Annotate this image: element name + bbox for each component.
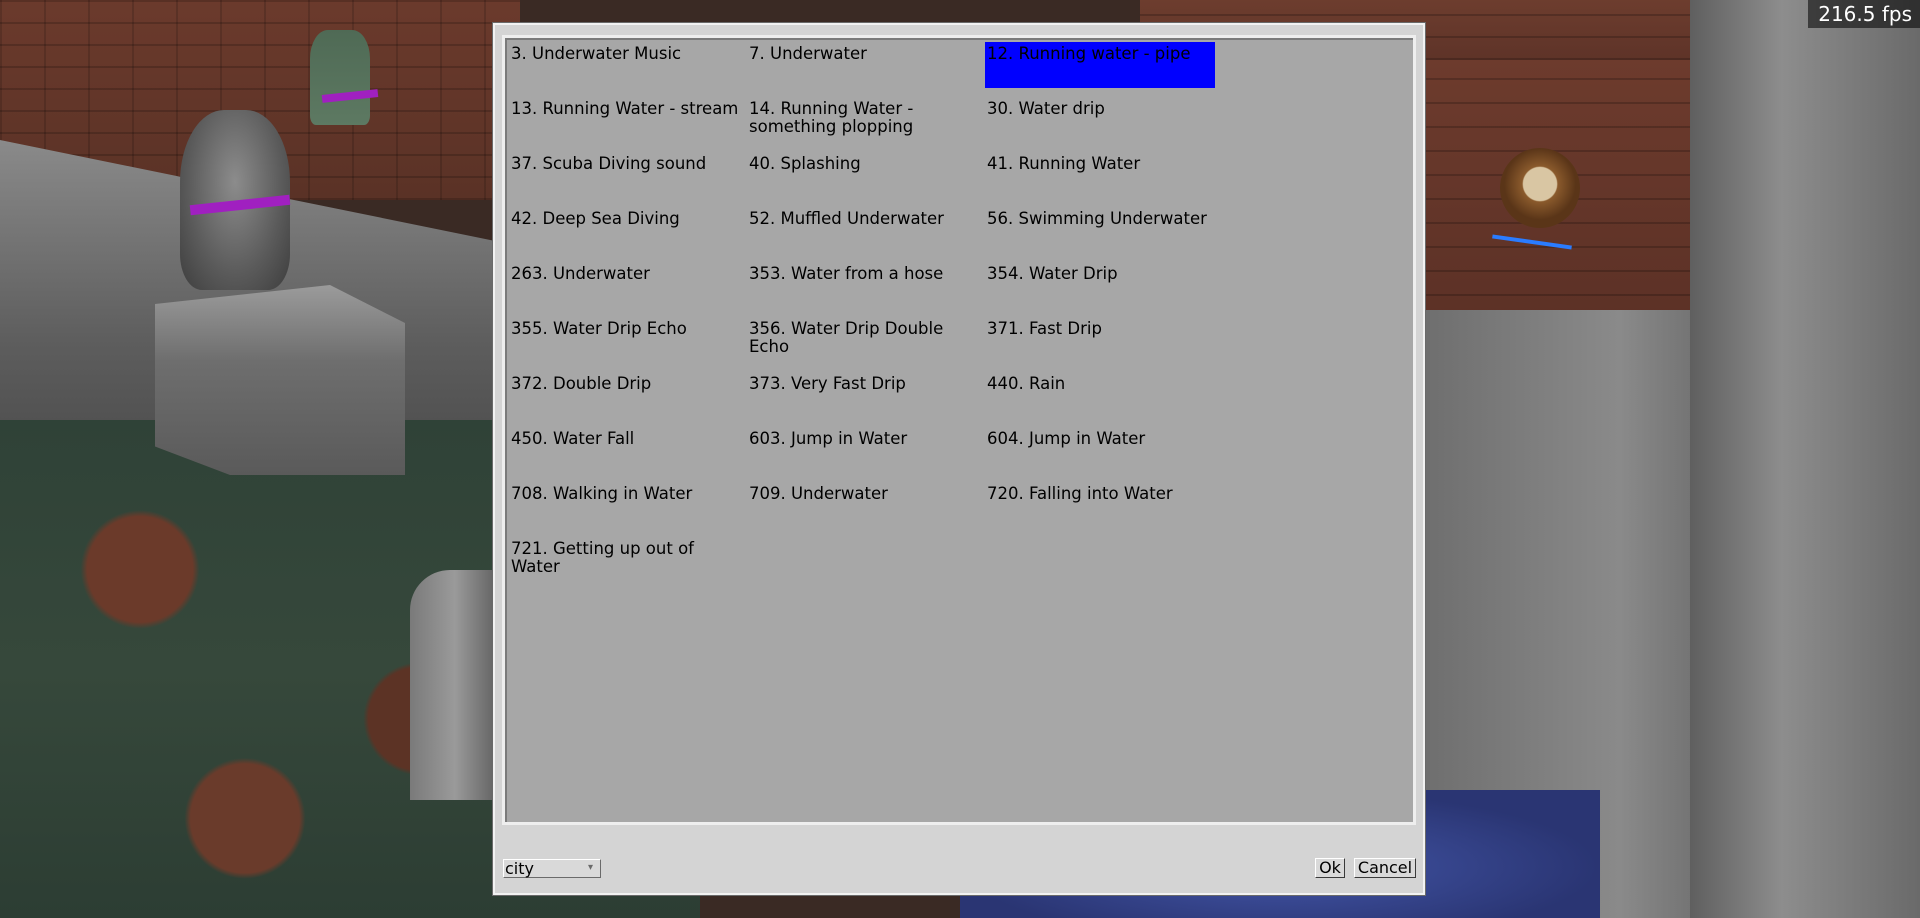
- sound-list-item[interactable]: 3. Underwater Music: [509, 42, 747, 97]
- sound-list-item[interactable]: 709. Underwater: [747, 482, 985, 537]
- sound-list-item[interactable]: 56. Swimming Underwater: [985, 207, 1215, 262]
- sound-list-item[interactable]: 720. Falling into Water: [985, 482, 1215, 537]
- sound-list-item[interactable]: 355. Water Drip Echo: [509, 317, 747, 372]
- stone-ledge: [410, 570, 500, 800]
- sound-list-item[interactable]: 12. Running water - pipe: [985, 42, 1215, 88]
- skull-emblem: [1500, 148, 1580, 228]
- stone-column-right: [1690, 0, 1920, 918]
- sound-list-item[interactable]: 450. Water Fall: [509, 427, 747, 482]
- sound-list-item[interactable]: 603. Jump in Water: [747, 427, 985, 482]
- sound-picker-dialog: 3. Underwater Music 7. Underwater 12. Runn…: [493, 23, 1425, 895]
- sound-list-item[interactable]: 604. Jump in Water: [985, 427, 1215, 482]
- sound-list-item[interactable]: 41. Running Water: [985, 152, 1215, 207]
- sound-list-item[interactable]: 372. Double Drip: [509, 372, 747, 427]
- sound-list-item[interactable]: 30. Water drip: [985, 97, 1215, 152]
- sound-list-item[interactable]: 356. Water Drip Double Echo: [747, 317, 985, 372]
- sound-list-item[interactable]: 13. Running Water - stream: [509, 97, 747, 152]
- sound-list-item[interactable]: 373. Very Fast Drip: [747, 372, 985, 427]
- cancel-button[interactable]: Cancel: [1354, 858, 1416, 878]
- sound-list-item[interactable]: 37. Scuba Diving sound: [509, 152, 747, 207]
- game-viewport: 216.5 fps 3. Underwater Music 7. Underwat…: [0, 0, 1920, 918]
- category-select[interactable]: city ▾: [503, 859, 601, 878]
- sound-list-item[interactable]: 708. Walking in Water: [509, 482, 747, 537]
- sound-list-item[interactable]: 354. Water Drip: [985, 262, 1215, 317]
- sound-list-item[interactable]: 40. Splashing: [747, 152, 985, 207]
- sound-list-item[interactable]: 440. Rain: [985, 372, 1215, 427]
- sound-list-item[interactable]: 52. Muffled Underwater: [747, 207, 985, 262]
- sound-list-item[interactable]: 42. Deep Sea Diving: [509, 207, 747, 262]
- category-select-value: city: [505, 859, 534, 878]
- sound-list-item[interactable]: 7. Underwater: [747, 42, 985, 97]
- sound-list-panel[interactable]: 3. Underwater Music 7. Underwater 12. Runn…: [502, 35, 1416, 825]
- sound-list-item[interactable]: 14. Running Water - something plopping: [747, 97, 985, 152]
- sound-list-item[interactable]: 263. Underwater: [509, 262, 747, 317]
- sound-list-item[interactable]: 721. Getting up out of Water: [509, 537, 747, 592]
- fps-counter: 216.5 fps: [1808, 0, 1920, 28]
- hooded-figure: [310, 30, 370, 125]
- chevron-down-icon: ▾: [588, 862, 594, 873]
- stone-pedestal: [155, 285, 405, 475]
- ok-button[interactable]: Ok: [1315, 858, 1345, 878]
- sound-list-item[interactable]: 371. Fast Drip: [985, 317, 1215, 372]
- sound-list: 3. Underwater Music 7. Underwater 12. Runn…: [509, 42, 1215, 592]
- sound-list-item[interactable]: 353. Water from a hose: [747, 262, 985, 317]
